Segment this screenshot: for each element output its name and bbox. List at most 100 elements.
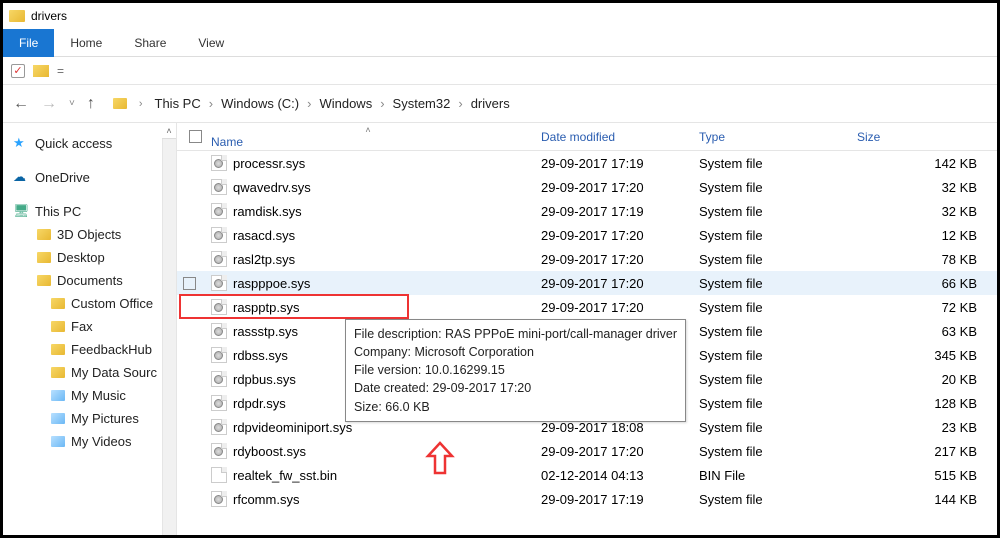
file-name: rasacd.sys xyxy=(233,228,295,243)
col-name[interactable]: ˄Name xyxy=(205,125,535,149)
file-icon xyxy=(211,155,227,171)
file-icon xyxy=(211,443,227,459)
sidebar-quick-access[interactable]: ★ Quick access xyxy=(7,131,172,155)
sidebar: ★ Quick access ☁ OneDrive 🖥 This PC 3D O… xyxy=(3,123,177,535)
file-type: System file xyxy=(693,156,851,171)
file-type: System file xyxy=(693,300,851,315)
table-row[interactable]: raspptp.sys29-09-2017 17:20System file72… xyxy=(177,295,997,319)
file-name: ramdisk.sys xyxy=(233,204,302,219)
folder-icon xyxy=(51,298,65,309)
tab-view[interactable]: View xyxy=(182,29,240,57)
breadcrumb-sep[interactable]: › xyxy=(139,98,143,110)
sidebar-item[interactable]: Fax xyxy=(7,315,172,338)
qat-customize[interactable]: = xyxy=(57,64,64,78)
file-size: 63 KB xyxy=(851,324,997,339)
cloud-icon: ☁ xyxy=(13,169,29,185)
file-size: 72 KB xyxy=(851,300,997,315)
table-row[interactable]: qwavedrv.sys29-09-2017 17:20System file3… xyxy=(177,175,997,199)
file-name: raspppoe.sys xyxy=(233,276,310,291)
nav-up-icon[interactable]: ↑ xyxy=(87,95,95,113)
file-icon xyxy=(211,347,227,363)
breadcrumb-item[interactable]: Windows (C:) xyxy=(221,96,299,111)
tab-home[interactable]: Home xyxy=(54,29,118,57)
sidebar-item[interactable]: My Pictures xyxy=(7,407,172,430)
sidebar-this-pc[interactable]: 🖥 This PC xyxy=(7,199,172,223)
tab-share[interactable]: Share xyxy=(118,29,182,57)
table-row[interactable]: raspppoe.sys29-09-2017 17:20System file6… xyxy=(177,271,997,295)
file-date: 29-09-2017 18:08 xyxy=(535,420,693,435)
file-date: 29-09-2017 17:20 xyxy=(535,180,693,195)
file-icon xyxy=(211,323,227,339)
sidebar-item-label: My Music xyxy=(71,388,126,403)
sidebar-item-label: 3D Objects xyxy=(57,227,121,242)
sidebar-item[interactable]: Documents xyxy=(7,269,172,292)
file-name: rassstp.sys xyxy=(233,324,298,339)
sidebar-label: OneDrive xyxy=(35,170,90,185)
breadcrumb-item[interactable]: System32 xyxy=(393,96,451,111)
col-type[interactable]: Type xyxy=(693,130,851,144)
col-size[interactable]: Size xyxy=(851,130,997,144)
ribbon-tabs: File Home Share View xyxy=(3,29,997,57)
file-name: rasl2tp.sys xyxy=(233,252,295,267)
file-size: 78 KB xyxy=(851,252,997,267)
select-all-checkbox[interactable] xyxy=(189,130,202,143)
qat-check-icon[interactable]: ✓ xyxy=(11,64,25,78)
arrow-annotation-icon xyxy=(425,441,455,475)
file-icon xyxy=(211,251,227,267)
file-icon xyxy=(211,467,227,483)
file-type: System file xyxy=(693,420,851,435)
file-date: 29-09-2017 17:20 xyxy=(535,300,693,315)
titlebar: drivers xyxy=(3,3,997,29)
qat-folder-icon xyxy=(33,65,49,77)
file-icon xyxy=(211,179,227,195)
breadcrumb-item[interactable]: Windows xyxy=(319,96,372,111)
file-tooltip: File description: RAS PPPoE mini-port/ca… xyxy=(345,319,686,422)
sidebar-label: Quick access xyxy=(35,136,112,151)
file-type: System file xyxy=(693,324,851,339)
tab-file[interactable]: File xyxy=(3,29,54,57)
breadcrumb-item[interactable]: drivers xyxy=(471,96,510,111)
sidebar-item[interactable]: My Music xyxy=(7,384,172,407)
folder-icon xyxy=(51,413,65,424)
row-checkbox[interactable] xyxy=(183,277,196,290)
sidebar-label: This PC xyxy=(35,204,81,219)
file-size: 345 KB xyxy=(851,348,997,363)
file-icon xyxy=(211,299,227,315)
file-date: 29-09-2017 17:19 xyxy=(535,492,693,507)
file-size: 128 KB xyxy=(851,396,997,411)
sidebar-item[interactable]: 3D Objects xyxy=(7,223,172,246)
folder-icon xyxy=(37,229,51,240)
file-date: 29-09-2017 17:19 xyxy=(535,156,693,171)
table-row[interactable]: processr.sys29-09-2017 17:19System file1… xyxy=(177,151,997,175)
sidebar-item[interactable]: Desktop xyxy=(7,246,172,269)
breadcrumb-item[interactable]: This PC xyxy=(155,96,201,111)
folder-icon xyxy=(37,275,51,286)
sidebar-item-label: My Pictures xyxy=(71,411,139,426)
nav-history-icon[interactable]: ˅ xyxy=(69,98,75,109)
sidebar-item[interactable]: Custom Office xyxy=(7,292,172,315)
sidebar-item[interactable]: My Data Sourc xyxy=(7,361,172,384)
table-row[interactable]: rdyboost.sys29-09-2017 17:20System file2… xyxy=(177,439,997,463)
folder-icon xyxy=(37,252,51,263)
nav-back-icon[interactable]: ← xyxy=(13,95,29,113)
file-size: 32 KB xyxy=(851,204,997,219)
file-icon xyxy=(211,395,227,411)
table-row[interactable]: rasacd.sys29-09-2017 17:20System file12 … xyxy=(177,223,997,247)
file-size: 23 KB xyxy=(851,420,997,435)
table-row[interactable]: ramdisk.sys29-09-2017 17:19System file32… xyxy=(177,199,997,223)
col-date[interactable]: Date modified xyxy=(535,130,693,144)
table-row[interactable]: rasl2tp.sys29-09-2017 17:20System file78… xyxy=(177,247,997,271)
sidebar-item-label: Custom Office xyxy=(71,296,153,311)
file-type: System file xyxy=(693,348,851,363)
sidebar-item[interactable]: FeedbackHub xyxy=(7,338,172,361)
sidebar-scrollbar[interactable]: ˄ xyxy=(162,123,176,535)
file-name: rdpbus.sys xyxy=(233,372,296,387)
table-row[interactable]: realtek_fw_sst.bin02-12-2014 04:13BIN Fi… xyxy=(177,463,997,487)
file-type: System file xyxy=(693,372,851,387)
sidebar-item[interactable]: My Videos xyxy=(7,430,172,453)
sidebar-onedrive[interactable]: ☁ OneDrive xyxy=(7,165,172,189)
file-type: System file xyxy=(693,492,851,507)
tooltip-line: Size: 66.0 KB xyxy=(354,398,677,416)
scroll-up-icon[interactable]: ˄ xyxy=(162,123,176,139)
table-row[interactable]: rfcomm.sys29-09-2017 17:19System file144… xyxy=(177,487,997,511)
